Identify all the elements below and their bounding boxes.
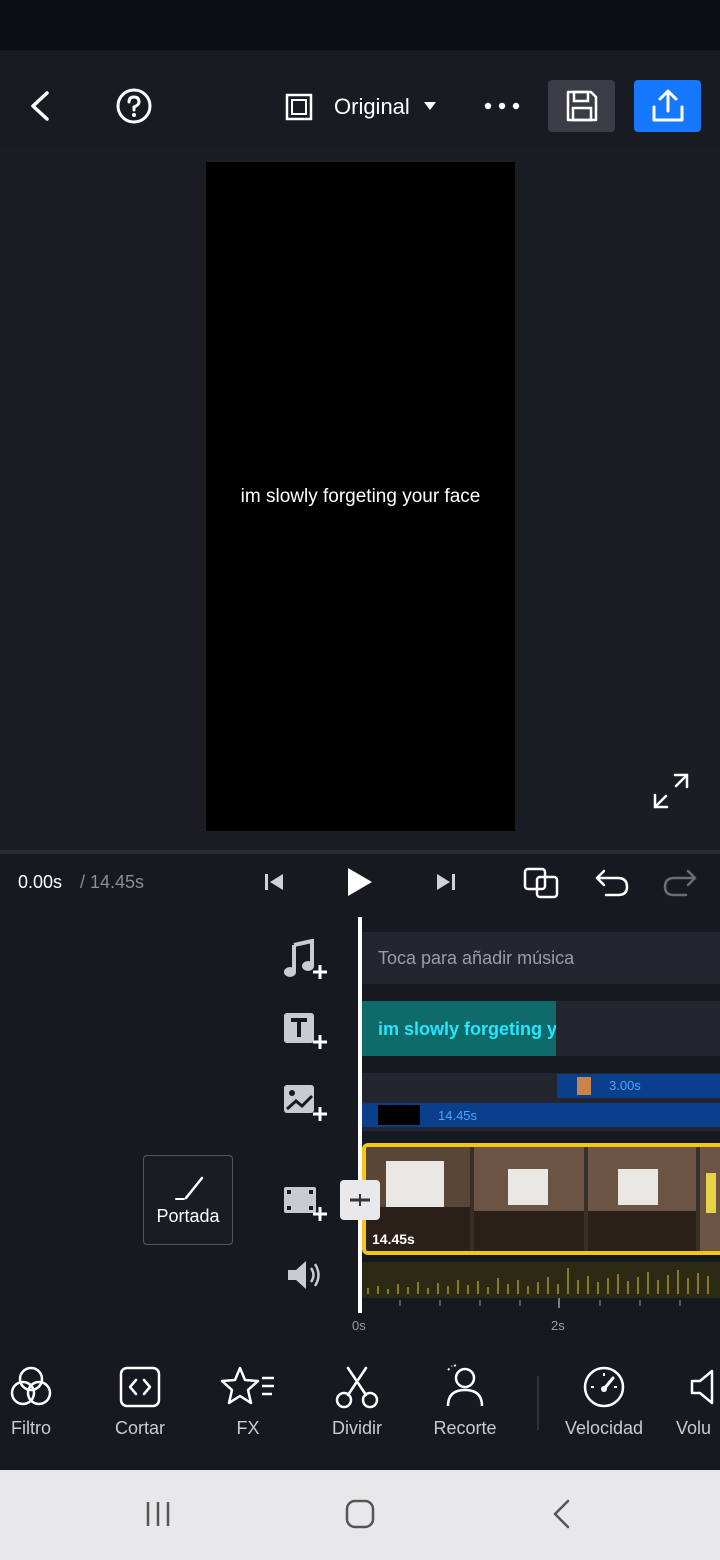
music-placeholder: Toca para añadir música: [378, 948, 575, 968]
overlay-clip-1[interactable]: 3.00s: [557, 1074, 720, 1098]
overlay-thumbnail: [577, 1077, 591, 1095]
text-clip[interactable]: im slowly forgeting yo: [362, 1001, 556, 1056]
overlay-clip-1-duration: 3.00s: [609, 1078, 641, 1093]
status-bar: [0, 0, 720, 50]
timeline-ruler: [362, 1298, 720, 1312]
export-button[interactable]: [634, 80, 701, 132]
skip-start-icon[interactable]: [260, 866, 288, 898]
speed-gauge-icon: [583, 1366, 625, 1408]
cover-label: Portada: [156, 1206, 220, 1226]
recent-apps-icon[interactable]: [136, 1492, 180, 1536]
tool-volume[interactable]: Volu: [658, 1364, 720, 1439]
home-icon[interactable]: [338, 1492, 382, 1536]
tool-cutout[interactable]: Recorte: [410, 1364, 520, 1439]
save-button[interactable]: [548, 80, 615, 132]
aspect-ratio-selector[interactable]: Original: [284, 90, 444, 124]
playhead-handle[interactable]: [340, 1180, 380, 1220]
volume-icon: [690, 1369, 714, 1405]
tool-label: Cortar: [114, 1418, 165, 1438]
playhead[interactable]: [358, 917, 362, 1313]
music-track[interactable]: Toca para añadir música: [362, 932, 720, 984]
video-duration: 14.45s: [372, 1231, 415, 1247]
undo-icon[interactable]: [592, 864, 632, 902]
tool-label: Filtro: [11, 1418, 51, 1438]
add-text-icon[interactable]: [280, 1008, 330, 1052]
add-music-icon[interactable]: [280, 938, 330, 982]
aspect-ratio-label: Original: [334, 94, 410, 119]
aspect-ratio-icon: [285, 93, 313, 121]
tool-fx[interactable]: FX: [193, 1364, 303, 1439]
video-thumbnail: [700, 1147, 720, 1251]
save-icon: [566, 90, 597, 122]
toolbar-separator: [537, 1376, 539, 1430]
help-icon[interactable]: [112, 84, 156, 128]
ruler-tick-label: 2s: [551, 1318, 565, 1333]
tool-label: Volu: [676, 1418, 712, 1438]
person-cutout-icon: [446, 1364, 484, 1407]
tool-split[interactable]: Dividir: [302, 1364, 412, 1439]
video-thumbnail: [474, 1147, 584, 1251]
current-time: 0.00s: [18, 872, 63, 892]
play-icon[interactable]: [340, 860, 380, 904]
video-thumbnail: [588, 1147, 696, 1251]
tool-trim[interactable]: Cortar: [85, 1364, 195, 1439]
trim-icon: [119, 1366, 161, 1408]
tool-label: Dividir: [331, 1418, 382, 1438]
pen-icon: [175, 1176, 204, 1200]
chevron-down-icon: [423, 102, 436, 110]
volume-icon[interactable]: [280, 1254, 328, 1296]
back-arrow-icon[interactable]: [18, 84, 62, 128]
ruler-tick-label: 0s: [352, 1318, 366, 1333]
tool-speed[interactable]: Velocidad: [549, 1364, 659, 1439]
cover-button[interactable]: Portada: [143, 1155, 233, 1245]
tool-label: Recorte: [433, 1418, 497, 1438]
redo-icon[interactable]: [660, 864, 700, 902]
more-icon[interactable]: [480, 86, 524, 126]
overlay-clip-2-duration: 14.45s: [438, 1108, 478, 1123]
nav-back-icon[interactable]: [540, 1492, 584, 1536]
tool-filter[interactable]: Filtro: [0, 1364, 86, 1439]
tool-label: Velocidad: [564, 1418, 644, 1438]
video-clip[interactable]: 14.45s: [362, 1143, 720, 1255]
fullscreen-icon[interactable]: [650, 770, 692, 812]
filter-icon: [10, 1366, 52, 1406]
audio-waveform: [362, 1262, 720, 1298]
skip-end-icon[interactable]: [432, 866, 460, 898]
keyframe-icon[interactable]: [520, 864, 562, 902]
export-icon: [652, 89, 683, 122]
text-clip-label: im slowly forgeting yo: [378, 1019, 556, 1039]
total-time: / 14.45s: [80, 872, 145, 892]
fx-star-icon: [220, 1366, 274, 1405]
preview-caption: im slowly forgeting your face: [240, 486, 481, 507]
add-overlay-icon[interactable]: [280, 1080, 330, 1124]
overlay-clip-2[interactable]: 14.45s: [362, 1103, 720, 1127]
tool-label: FX: [236, 1418, 260, 1438]
overlay-thumbnail: [378, 1105, 420, 1125]
add-video-icon[interactable]: [280, 1180, 330, 1224]
scissors-icon: [335, 1366, 379, 1409]
